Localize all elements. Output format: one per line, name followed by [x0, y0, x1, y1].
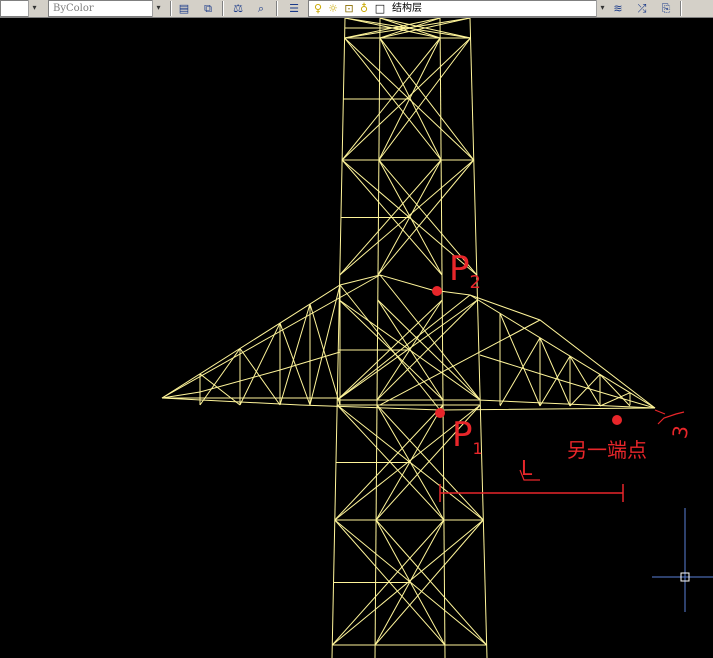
scale-icon[interactable]: ⚖	[230, 1, 246, 16]
tower-leg	[469, 18, 488, 658]
layer-states-icon[interactable]: ⤮	[634, 1, 650, 16]
crossarm-brace	[339, 284, 441, 411]
properties-toolbar: ▾ ByColor ▾ ▤ ⧉ ⚖ ⌕ ☰ ♀ ☼ ⊡ ♁ □ 结构层 ▾ ≋ …	[0, 0, 713, 18]
color-swatch-icon[interactable]: ▤	[176, 1, 192, 16]
current-layer-name: 结构层	[392, 3, 422, 14]
length-label: L	[521, 456, 533, 480]
crossarm-brace	[279, 322, 311, 406]
crossarm-brace	[239, 348, 281, 406]
annotation-marks	[432, 286, 685, 502]
crossarm-brace	[161, 274, 381, 399]
crossarm-top-chord	[161, 274, 656, 409]
crossarm-brace	[336, 294, 471, 401]
toolbar-separator	[222, 1, 224, 16]
crossarm-brace	[309, 303, 341, 406]
p1-label: P1	[452, 415, 483, 458]
drawing-canvas[interactable]	[0, 18, 713, 658]
crossarm-brace	[539, 337, 571, 407]
crossarm-brace	[569, 355, 601, 407]
crossarm-brace	[539, 355, 571, 407]
match-properties-icon[interactable]: ⧉	[200, 1, 216, 16]
linetype-dropdown[interactable]: ByColor	[48, 0, 164, 17]
toolbar-separator	[276, 1, 278, 16]
crosshair-cursor	[652, 508, 713, 612]
point-p2	[432, 286, 442, 296]
zoom-icon[interactable]: ⌕	[253, 1, 269, 16]
linetype-value: ByColor	[53, 3, 94, 14]
layer-previous-icon[interactable]: ≋	[610, 1, 626, 16]
chevron-down-icon[interactable]: ▾	[28, 0, 40, 17]
chevron-down-icon[interactable]: ▾	[152, 0, 164, 17]
point-p1	[435, 408, 445, 418]
layer-manager-icon[interactable]: ⎘	[658, 1, 674, 16]
endpoint-dot	[612, 415, 622, 425]
crossarm-brace	[499, 313, 541, 407]
toolbar-separator	[680, 1, 682, 16]
lock-icon: ♁	[359, 2, 369, 15]
crossarm-brace	[469, 294, 656, 409]
crossarm-brace	[279, 303, 311, 406]
sun-icon: ☼	[328, 2, 338, 15]
color-square-icon: □	[374, 2, 386, 15]
leader-scribble	[657, 411, 685, 425]
tower-leg	[331, 18, 346, 658]
chevron-down-icon[interactable]: ▾	[596, 0, 608, 17]
lock-icon: ⊡	[344, 2, 354, 15]
tower-leg	[439, 18, 446, 658]
tower-wireframe	[161, 18, 656, 658]
lightbulb-icon: ♀	[313, 2, 323, 15]
p2-label: P2	[449, 249, 481, 293]
leader-scribble	[654, 409, 666, 415]
toolbar-separator	[170, 1, 172, 16]
layer-properties-icon[interactable]: ☰	[286, 1, 302, 16]
endpoint-label: 另一端点	[567, 438, 647, 462]
crossarm-brace	[309, 284, 341, 406]
